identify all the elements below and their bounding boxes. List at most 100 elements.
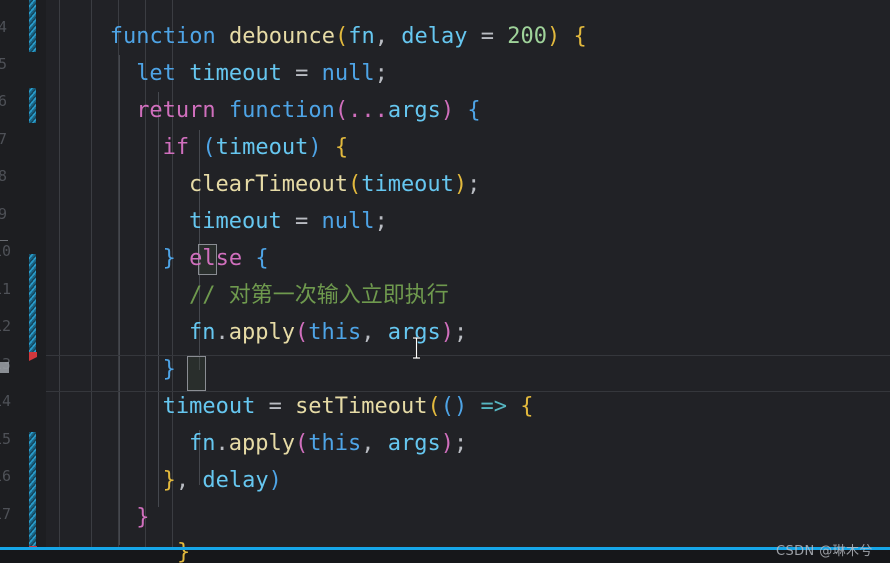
code-token: ; [453, 320, 468, 345]
code-token: = [295, 61, 309, 86]
code-token: function [109, 24, 216, 49]
code-token: { [520, 394, 534, 419]
code-token: ) [440, 98, 455, 123]
code-token: , [361, 320, 388, 345]
code-line[interactable]: } [136, 499, 149, 536]
code-token: ; [453, 431, 468, 456]
code-token: ( [334, 24, 349, 49]
line-number: 10 [0, 242, 12, 260]
code-token: ( [294, 320, 309, 345]
code-token: else [189, 246, 243, 271]
code-token: { [573, 24, 587, 49]
code-token: ) [440, 320, 454, 345]
line-number: 4 [0, 18, 7, 36]
code-token: fn [348, 24, 375, 49]
code-token: { [255, 246, 269, 271]
code-token: = [480, 24, 494, 49]
code-token: null [321, 209, 375, 234]
line-number: 14 [0, 392, 12, 410]
code-line[interactable]: clearTimeout(timeout); [189, 166, 480, 203]
code-token: delay [202, 468, 269, 493]
code-token: this [308, 320, 362, 345]
code-token: delay [401, 24, 468, 49]
code-token: ( [347, 172, 362, 197]
code-line[interactable]: return function(...args) { [136, 92, 480, 129]
mouse-ibeam-cursor [413, 337, 420, 359]
code-token: apply [228, 431, 295, 456]
line-number: 9 [0, 205, 7, 223]
code-token: ) [308, 135, 322, 160]
code-token: ) [440, 431, 454, 456]
code-token: clearTimeout [189, 172, 348, 197]
line-number: 7 [0, 130, 7, 148]
line-number: 15 [0, 430, 12, 448]
line-number: 6 [0, 92, 7, 110]
code-token: ; [374, 209, 388, 234]
code-line[interactable]: fn.apply(this, args); [189, 425, 467, 462]
code-line[interactable]: let timeout = null; [136, 55, 388, 92]
code-token: . [215, 320, 229, 345]
code-token: ( [440, 394, 455, 419]
code-token: ... [348, 98, 388, 123]
code-token: = [294, 209, 309, 234]
code-token: ; [374, 61, 388, 86]
code-line[interactable]: } [163, 351, 176, 388]
code-token: timeout [189, 61, 282, 86]
watermark-text: CSDN @琳木兮 [776, 544, 873, 559]
code-token: } [162, 468, 176, 493]
error-marker-icon [29, 352, 37, 361]
indent-guide [119, 55, 120, 545]
code-token: apply [228, 320, 295, 345]
code-token: { [334, 135, 349, 160]
code-token: let [136, 61, 176, 86]
code-line[interactable]: // 对第一次输入立即执行 [189, 277, 449, 314]
code-token: return [136, 98, 216, 123]
change-marker-icon [29, 0, 36, 52]
code-token: null [321, 61, 375, 86]
code-token: timeout [215, 135, 309, 160]
code-token: 200 [507, 24, 547, 49]
code-editor-pane[interactable]: function debounce(fn, delay = 200) {let … [46, 0, 890, 563]
code-token: } [136, 505, 150, 530]
code-token: ( [294, 431, 309, 456]
line-number: 8 [0, 167, 7, 185]
code-line[interactable]: fn.apply(this, args); [189, 314, 467, 351]
line-number: 11 [0, 280, 12, 298]
code-token: = [268, 394, 282, 419]
code-token: ) [454, 394, 468, 419]
code-line[interactable]: function debounce(fn, delay = 200) { [110, 18, 587, 55]
code-token: timeout [189, 209, 282, 234]
code-line[interactable]: }, delay) [163, 462, 282, 499]
code-line[interactable]: } else { [163, 240, 269, 277]
code-token: args [387, 98, 441, 123]
line-number: 5 [0, 55, 7, 73]
overview-tick [0, 240, 8, 241]
code-line[interactable]: if (timeout) { [163, 129, 348, 166]
code-token: , [361, 431, 388, 456]
code-token: if [162, 135, 190, 160]
change-marker-icon [29, 88, 36, 123]
code-line[interactable]: timeout = null; [189, 203, 388, 240]
code-token: } [162, 357, 176, 382]
code-token: timeout [162, 394, 256, 419]
change-marker-icon [29, 254, 36, 354]
code-line[interactable]: timeout = setTimeout(() => { [163, 388, 534, 425]
code-token: { [467, 98, 481, 123]
code-token: ) [546, 24, 561, 49]
gutter-overview-strip[interactable]: 4 5 6 7 8 9 10 11 12 13 14 15 16 17 [0, 0, 46, 563]
code-token: ( [427, 394, 441, 419]
